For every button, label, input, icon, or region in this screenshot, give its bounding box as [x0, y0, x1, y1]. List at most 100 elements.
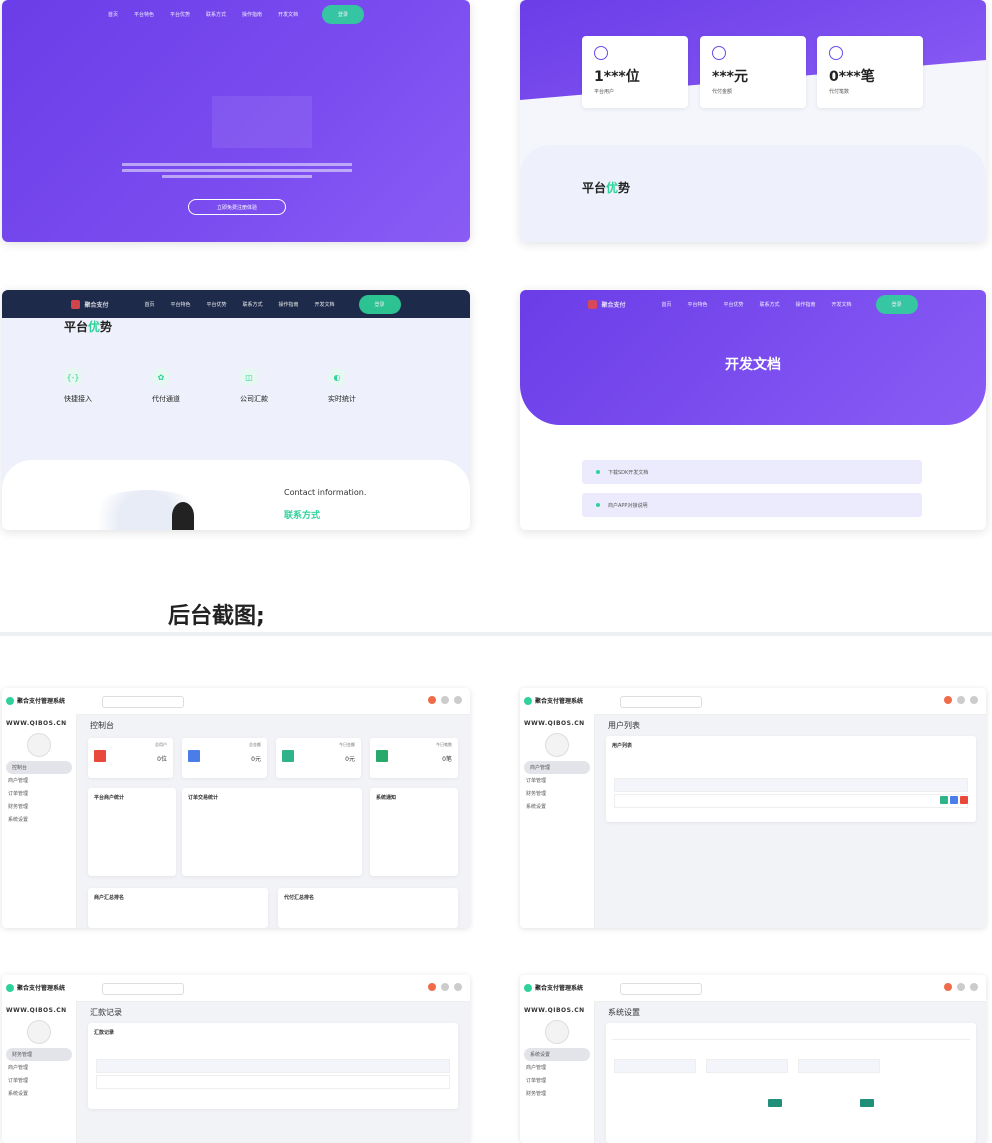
nav-item[interactable]: 操作指南 — [796, 301, 816, 308]
menu-item[interactable]: 订单管理 — [520, 774, 594, 787]
nav-item[interactable]: 开发文档 — [315, 301, 335, 308]
login-button[interactable]: 登录 — [358, 294, 401, 314]
menu-item[interactable]: 订单管理 — [2, 787, 76, 800]
feature-title: 实时统计 — [328, 395, 356, 403]
admin-sidebar: WWW.QIBOS.CN 财务管理 商户管理 订单管理 系统设置 — [2, 1001, 77, 1143]
menu-item[interactable]: 订单管理 — [520, 1074, 594, 1087]
page-title: 系统设置 — [608, 1008, 640, 1017]
user-icon[interactable] — [454, 983, 462, 991]
menu-item[interactable]: 系统设置 — [2, 1087, 76, 1100]
user-icon[interactable] — [970, 983, 978, 991]
table-row — [614, 794, 968, 808]
menu-item[interactable]: 商户管理 — [2, 1061, 76, 1074]
topbar-icons — [944, 696, 978, 704]
login-button[interactable]: 登录 — [875, 294, 918, 314]
card-title: 用户列表 — [612, 743, 633, 749]
search-input[interactable] — [620, 696, 702, 708]
advantage-title: 平台优势 — [64, 318, 112, 335]
feature-item: ◫ 公司汇款 — [240, 368, 320, 408]
menu-item[interactable]: 财务管理 — [520, 787, 594, 800]
logo-icon — [6, 983, 14, 992]
nav-item[interactable]: 联系方式 — [760, 301, 780, 308]
nav-item[interactable]: 平台优势 — [206, 301, 226, 308]
search-input[interactable] — [102, 983, 184, 995]
title-accent: 优 — [88, 320, 101, 334]
nav-item[interactable]: 平台优势 — [170, 11, 190, 18]
nav-item[interactable]: 平台优势 — [723, 301, 743, 308]
site-url: WWW.QIBOS.CN — [524, 720, 585, 727]
menu-item[interactable]: 系统设置 — [520, 800, 594, 813]
contact-en: Contact information. — [284, 488, 367, 497]
hero-image-placeholder — [212, 96, 312, 148]
avatar — [27, 733, 51, 757]
card-icon: ◫ — [240, 368, 258, 386]
nav-item[interactable]: 首页 — [661, 301, 671, 308]
title-text: 势 — [618, 181, 631, 195]
bell-icon[interactable] — [944, 696, 952, 704]
nav-item[interactable]: 首页 — [108, 11, 118, 18]
nav-item[interactable]: 操作指南 — [279, 301, 299, 308]
avatar — [545, 733, 569, 757]
nav-item[interactable]: 操作指南 — [242, 11, 262, 18]
doc-link[interactable]: 下载SDK开发文档 — [582, 460, 922, 484]
page-title: 用户列表 — [608, 721, 640, 730]
search-input[interactable] — [102, 696, 184, 708]
logo-icon — [71, 299, 81, 309]
system-name: 聚合支付管理系统 — [17, 985, 66, 992]
settings-field[interactable] — [706, 1059, 788, 1073]
menu-item[interactable]: 商户管理 — [524, 761, 590, 774]
ranking-panel: 代付汇总排名 — [278, 888, 458, 928]
bell-icon[interactable] — [944, 983, 952, 991]
save-button[interactable] — [860, 1099, 874, 1107]
hero-cta-button[interactable]: 立即免费注册体验 — [188, 199, 286, 215]
nav-item[interactable]: 联系方式 — [243, 301, 263, 308]
view-button[interactable] — [950, 796, 958, 804]
nav-item[interactable]: 开发文档 — [832, 301, 852, 308]
nav-item[interactable]: 首页 — [144, 301, 154, 308]
nav-item[interactable]: 联系方式 — [206, 11, 226, 18]
menu-item[interactable]: 订单管理 — [2, 1074, 76, 1087]
panel-title: 平台商户统计 — [94, 795, 125, 801]
menu-item[interactable]: 商户管理 — [520, 1061, 594, 1074]
login-button[interactable]: 登录 — [322, 4, 365, 24]
menu-item[interactable]: 财务管理 — [6, 1048, 72, 1061]
doc-link[interactable]: 商户APP对接说明 — [582, 493, 922, 517]
menu-item[interactable]: 系统设置 — [2, 813, 76, 826]
stats-panel: 订单交易统计 — [182, 788, 362, 876]
settings-icon[interactable] — [957, 696, 965, 704]
user-icon[interactable] — [970, 696, 978, 704]
user-icon[interactable] — [454, 696, 462, 704]
settings-icon[interactable] — [441, 696, 449, 704]
nav-item[interactable]: 平台特色 — [687, 301, 707, 308]
nav-item[interactable]: 开发文档 — [278, 11, 298, 18]
title-text: 势 — [100, 320, 113, 334]
search-input[interactable] — [620, 983, 702, 995]
menu-item[interactable]: 控制台 — [6, 761, 72, 774]
dash-card: 总用户 0位 — [88, 738, 173, 778]
system-name: 聚合支付管理系统 — [535, 985, 584, 992]
edit-button[interactable] — [940, 796, 948, 804]
bell-icon[interactable] — [428, 696, 436, 704]
settings-field[interactable] — [614, 1059, 696, 1073]
features-screenshot: 聚合支付 首页 平台特色 平台优势 联系方式 操作指南 开发文档 登录 平台优势… — [2, 290, 470, 530]
nav-item[interactable]: 平台特色 — [170, 301, 190, 308]
settings-icon[interactable] — [441, 983, 449, 991]
menu-item[interactable]: 商户管理 — [2, 774, 76, 787]
save-button[interactable] — [768, 1099, 782, 1107]
nav-item[interactable]: 平台特色 — [134, 11, 154, 18]
settings-field[interactable] — [798, 1059, 880, 1073]
advantage-title: 平台优势 — [582, 179, 630, 196]
admin-sidebar: WWW.QIBOS.CN 商户管理 订单管理 财务管理 系统设置 — [520, 714, 595, 928]
stats-screenshot: 1***位 平台用户 ***元 代付金额 0***笔 代付笔数 平台优势 — [520, 0, 986, 242]
settings-icon[interactable] — [957, 983, 965, 991]
menu-item[interactable]: 财务管理 — [2, 800, 76, 813]
bell-icon[interactable] — [428, 983, 436, 991]
feature-item: ✿ 代付通道 — [152, 368, 232, 408]
delete-button[interactable] — [960, 796, 968, 804]
topbar-icons — [428, 696, 462, 704]
order-icon — [376, 750, 388, 762]
menu-item[interactable]: 财务管理 — [520, 1087, 594, 1100]
menu-item[interactable]: 系统设置 — [524, 1048, 590, 1061]
logo-icon — [524, 696, 532, 705]
stats-panel: 系统通知 — [370, 788, 458, 876]
